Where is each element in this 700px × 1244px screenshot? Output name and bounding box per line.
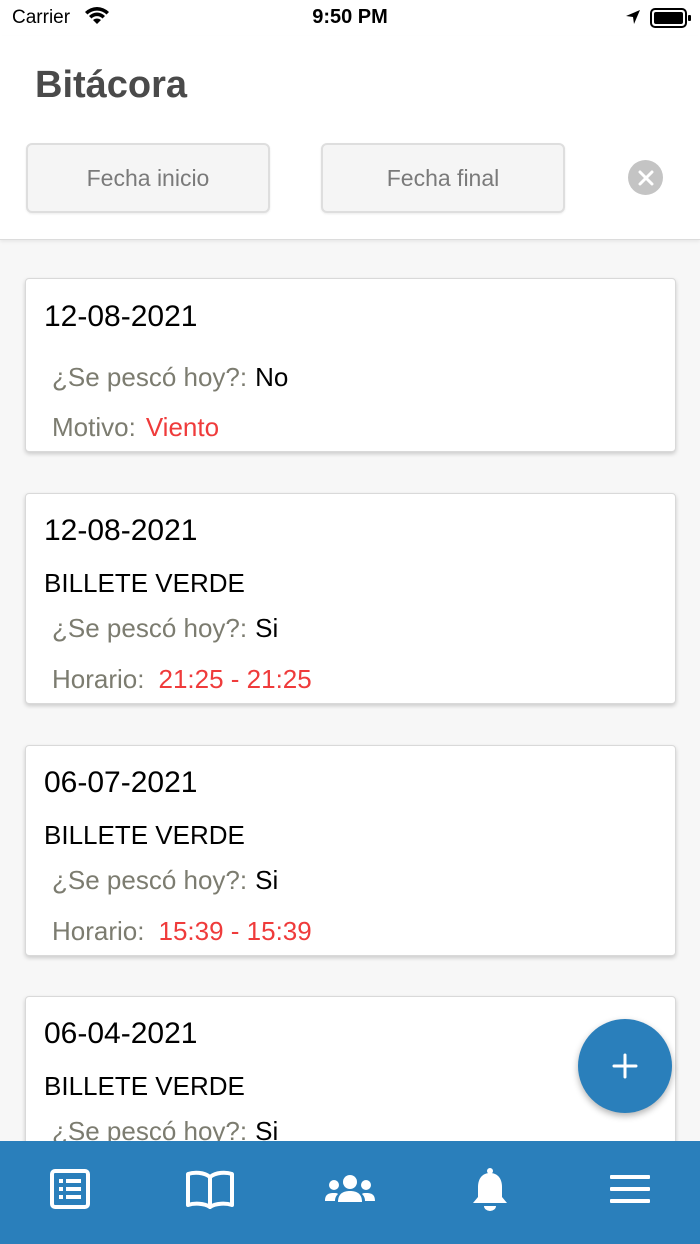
fished-row: ¿Se pescó hoy?: Si: [52, 865, 278, 896]
tab-log[interactable]: [42, 1165, 98, 1213]
fished-value: Si: [255, 1116, 279, 1141]
tab-book[interactable]: [182, 1165, 238, 1213]
fished-row: ¿Se pescó hoy?: Si: [52, 613, 278, 644]
location-arrow-icon: [626, 10, 640, 24]
reason-label: Motivo:: [52, 412, 136, 442]
fished-value: Si: [255, 613, 279, 643]
close-icon: [638, 170, 653, 185]
header: Bitácora Fecha inicio Fecha final: [0, 36, 700, 240]
fished-label: ¿Se pescó hoy?:: [52, 865, 248, 895]
tab-menu[interactable]: [602, 1165, 658, 1213]
fished-row: ¿Se pescó hoy?: No: [52, 362, 288, 393]
fished-value: Si: [255, 865, 279, 895]
tab-notifications[interactable]: [462, 1165, 518, 1213]
schedule-label: Horario:: [52, 916, 145, 946]
reason-value: Viento: [145, 412, 220, 442]
clock: 9:50 PM: [312, 6, 388, 28]
clear-filter-button[interactable]: [628, 160, 663, 195]
fished-label: ¿Se pescó hoy?:: [52, 362, 248, 392]
schedule-row: Horario: 21:25 - 21:25: [52, 664, 312, 695]
schedule-value: 21:25 - 21:25: [158, 664, 312, 694]
users-icon: [325, 1175, 375, 1202]
menu-icon: [610, 1175, 650, 1203]
entry-product: BILLETE VERDE: [44, 1071, 245, 1101]
battery-icon: [650, 8, 691, 28]
reason-row: Motivo: Viento: [52, 412, 219, 443]
status-bar: Carrier 9:50 PM: [0, 0, 700, 36]
plus-icon: [612, 1053, 638, 1079]
fished-value: No: [255, 362, 289, 392]
entry-date: 06-04-2021: [44, 1017, 198, 1050]
entries-list[interactable]: 12-08-2021 ¿Se pescó hoy?: No Motivo: Vien…: [0, 241, 700, 1141]
entry-card[interactable]: 12-08-2021 BILLETE VERDE ¿Se pescó hoy?:…: [25, 493, 676, 704]
entry-product: BILLETE VERDE: [44, 568, 245, 598]
entry-card[interactable]: 06-07-2021 BILLETE VERDE ¿Se pescó hoy?:…: [25, 745, 676, 956]
schedule-row: Horario: 15:39 - 15:39: [52, 916, 312, 947]
add-entry-button[interactable]: [578, 1019, 672, 1113]
book-icon: [186, 1170, 234, 1209]
schedule-value: 15:39 - 15:39: [158, 916, 312, 946]
entry-date: 12-08-2021: [44, 514, 198, 547]
tab-team[interactable]: [322, 1165, 378, 1213]
start-date-button[interactable]: Fecha inicio: [26, 143, 270, 213]
entry-card[interactable]: 12-08-2021 ¿Se pescó hoy?: No Motivo: Vien…: [25, 278, 676, 452]
bottom-tab-bar: [0, 1141, 700, 1244]
fished-label: ¿Se pescó hoy?:: [52, 613, 248, 643]
entry-date: 12-08-2021: [44, 300, 198, 333]
entry-product: BILLETE VERDE: [44, 820, 245, 850]
schedule-label: Horario:: [52, 664, 145, 694]
end-date-button[interactable]: Fecha final: [321, 143, 565, 213]
page-title: Bitácora: [35, 64, 188, 106]
fished-label: ¿Se pescó hoy?:: [52, 1116, 248, 1141]
bell-icon: [473, 1168, 507, 1211]
entry-date: 06-07-2021: [44, 766, 198, 799]
log-list-icon: [50, 1169, 90, 1209]
fished-row: ¿Se pescó hoy?: Si: [52, 1116, 278, 1141]
